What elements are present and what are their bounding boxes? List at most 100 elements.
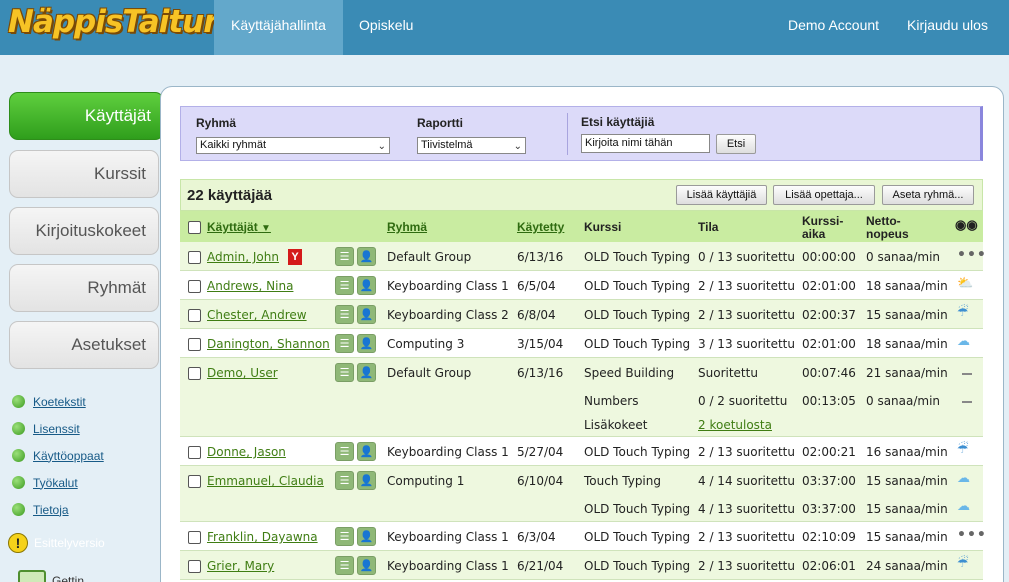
sidebar-item-tests[interactable]: Kirjoituskokeet	[9, 207, 159, 255]
column-header-row	[180, 211, 983, 242]
course-status: 2 / 13 suoritettu	[698, 279, 795, 293]
table-row	[180, 358, 983, 437]
row-checkbox[interactable]	[188, 446, 201, 459]
column-group[interactable]: Ryhmä	[387, 221, 427, 234]
report-list-icon[interactable]: ☰	[335, 276, 354, 295]
user-name-link[interactable]: Donne, Jason	[207, 445, 286, 459]
report-list-icon[interactable]: ☰	[335, 442, 354, 461]
user-profile-icon[interactable]: 👤	[357, 334, 376, 353]
nav-opiskelu[interactable]: Opiskelu	[344, 0, 428, 55]
user-name-link[interactable]: Admin, John	[207, 250, 279, 264]
set-group-button[interactable]: Aseta ryhmä...	[882, 185, 974, 205]
add-users-button[interactable]: Lisää käyttäjiä	[676, 185, 767, 205]
rain-icon: ☔	[957, 442, 969, 457]
course-name: OLD Touch Typing	[584, 337, 691, 351]
user-name-link[interactable]: Emmanuel, Claudia	[207, 474, 324, 488]
course-name: OLD Touch Typing	[584, 445, 691, 459]
sidebar-item-groups[interactable]: Ryhmät	[9, 264, 159, 312]
sidebar-item-users[interactable]: Käyttäjät	[9, 92, 164, 140]
course-status: Suoritettu	[698, 366, 758, 380]
nav-kayttajahallinta[interactable]: Käyttäjähallinta	[214, 0, 343, 55]
user-name-link[interactable]: Danington, Shannon	[207, 337, 330, 351]
last-used-date: 6/13/16	[517, 250, 564, 264]
group-select[interactable]: Kaikki ryhmät ⌄	[196, 137, 390, 154]
report-list-icon[interactable]: ☰	[335, 471, 354, 490]
chevron-down-icon: ⌄	[513, 141, 522, 152]
user-name-link[interactable]: Franklin, Dayawna	[207, 530, 318, 544]
report-list-icon[interactable]: ☰	[335, 556, 354, 575]
user-profile-icon[interactable]: 👤	[357, 305, 376, 324]
column-course: Kurssi	[584, 220, 622, 234]
getting-started-icon[interactable]	[18, 570, 46, 582]
course-time: 03:37:00	[802, 502, 856, 516]
add-teacher-button[interactable]: Lisää opettaja...	[773, 185, 875, 205]
user-profile-icon[interactable]: 👤	[357, 363, 376, 382]
course-name: OLD Touch Typing	[584, 250, 691, 264]
row-checkbox[interactable]	[188, 309, 201, 322]
table-row	[180, 437, 983, 466]
select-all-checkbox[interactable]	[188, 221, 201, 234]
course-status: 2 / 13 suoritettu	[698, 308, 795, 322]
net-speed: 24 sanaa/min	[866, 559, 948, 573]
course-time: 00:07:46	[802, 366, 856, 380]
user-name-link[interactable]: Andrews, Nina	[207, 279, 293, 293]
report-list-icon[interactable]: ☰	[335, 363, 354, 382]
row-checkbox[interactable]	[188, 367, 201, 380]
row-checkbox[interactable]	[188, 251, 201, 264]
cloud-icon: ☁	[957, 471, 970, 486]
sidebar-link-info[interactable]: Tietoja	[12, 496, 104, 523]
report-list-icon[interactable]: ☰	[335, 527, 354, 546]
user-group: Default Group	[387, 366, 472, 380]
user-name-link[interactable]: Chester, Andrew	[207, 308, 307, 322]
user-profile-icon[interactable]: 👤	[357, 247, 376, 266]
sidebar-item-courses[interactable]: Kurssit	[9, 150, 159, 198]
user-profile-icon[interactable]: 👤	[357, 276, 376, 295]
sidebar-link-texts[interactable]: Koetekstit	[12, 388, 104, 415]
net-speed: 0 sanaa/min	[866, 394, 941, 408]
nav-logout[interactable]: Kirjaudu ulos	[892, 0, 1003, 55]
row-checkbox[interactable]	[188, 280, 201, 293]
last-used-date: 5/27/04	[517, 445, 564, 459]
row-checkbox[interactable]	[188, 560, 201, 573]
report-list-icon[interactable]: ☰	[335, 334, 354, 353]
test-results-link[interactable]: 2 koetulosta	[698, 418, 772, 432]
user-name-link[interactable]: Grier, Mary	[207, 559, 274, 573]
filter-divider	[567, 113, 568, 155]
search-button[interactable]: Etsi	[716, 134, 756, 154]
nav-demo-account[interactable]: Demo Account	[773, 0, 894, 55]
column-used[interactable]: Käytetty	[517, 221, 564, 234]
user-profile-icon[interactable]: 👤	[357, 527, 376, 546]
app-logo[interactable]: NäppisTaituri	[8, 4, 228, 40]
user-profile-icon[interactable]: 👤	[357, 556, 376, 575]
course-name: OLD Touch Typing	[584, 502, 691, 516]
report-list-icon[interactable]: ☰	[335, 247, 354, 266]
sidebar-link-licenses[interactable]: Lisenssit	[12, 415, 104, 442]
user-name-link[interactable]: Demo, User	[207, 366, 278, 380]
user-group: Keyboarding Class 1	[387, 559, 509, 573]
course-status: 2 / 13 suoritettu	[698, 530, 795, 544]
getting-started-label[interactable]: Gettin...	[52, 574, 94, 582]
rain-icon: ☔	[957, 556, 969, 571]
sun-cloud-icon: ⛅	[957, 276, 974, 291]
course-name: OLD Touch Typing	[584, 530, 691, 544]
report-select[interactable]: Tiivistelmä ⌄	[417, 137, 526, 154]
column-course-time: Kurssi-aika	[802, 214, 844, 241]
row-checkbox[interactable]	[188, 338, 201, 351]
sidebar-item-settings[interactable]: Asetukset	[9, 321, 159, 369]
row-checkbox[interactable]	[188, 475, 201, 488]
course-status: 0 / 13 suoritettu	[698, 250, 795, 264]
table-row	[180, 271, 983, 300]
search-input[interactable]: Kirjoita nimi tähän	[581, 134, 710, 153]
bullet-icon	[12, 422, 25, 435]
row-checkbox[interactable]	[188, 531, 201, 544]
cloud-icon: ☁	[957, 334, 970, 349]
column-users[interactable]: Käyttäjät ▼	[207, 221, 271, 235]
user-profile-icon[interactable]: 👤	[357, 442, 376, 461]
user-profile-icon[interactable]: 👤	[357, 471, 376, 490]
cloud-icon: ☁	[957, 499, 970, 514]
sidebar-link-guides[interactable]: Käyttöoppaat	[12, 442, 104, 469]
report-list-icon[interactable]: ☰	[335, 305, 354, 324]
sidebar-link-tools[interactable]: Työkalut	[12, 469, 104, 496]
binoculars-icon[interactable]: ◉◉	[955, 218, 978, 231]
bullet-icon	[12, 476, 25, 489]
